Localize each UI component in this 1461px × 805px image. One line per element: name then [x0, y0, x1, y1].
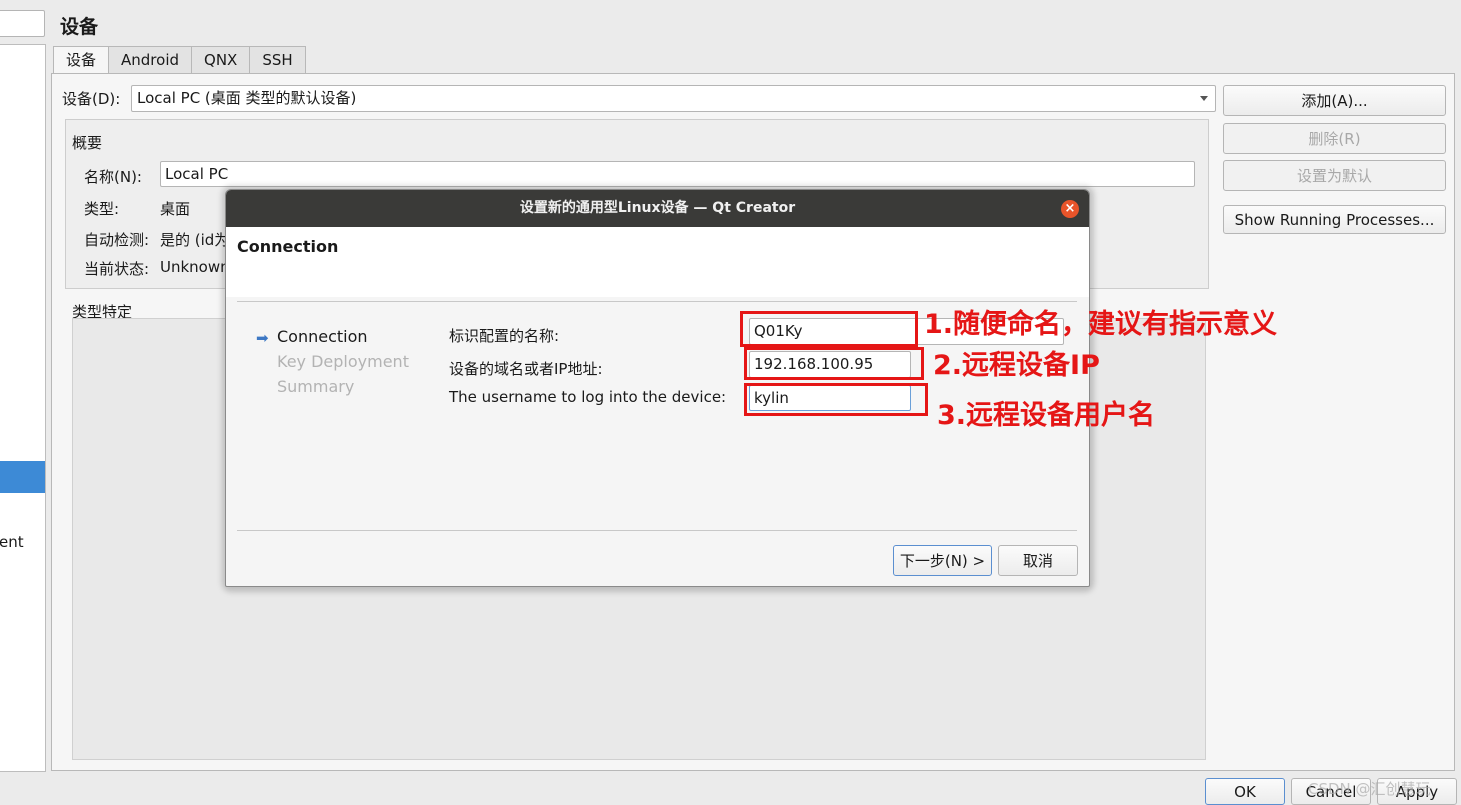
close-icon[interactable]: × — [1061, 200, 1079, 218]
username-label: The username to log into the device: — [449, 388, 727, 406]
category-list[interactable]: ent — [0, 44, 46, 772]
device-select-value: Local PC (桌面 类型的默认设备) — [137, 89, 357, 107]
watermark: CSDN @汇创慧玩 — [1308, 780, 1431, 798]
filter-input[interactable] — [0, 10, 45, 37]
right-arrow-icon: ➡ — [256, 329, 269, 347]
tab-ssh[interactable]: SSH — [249, 46, 306, 74]
annotation-text-3: 3.远程设备用户名 — [937, 400, 1156, 431]
set-default-button[interactable]: 设置为默认 — [1223, 160, 1446, 191]
ok-button[interactable]: OK — [1205, 778, 1285, 805]
step-key-deployment: Key Deployment — [277, 352, 409, 371]
device-select[interactable]: Local PC (桌面 类型的默认设备) — [131, 85, 1216, 112]
remove-device-button[interactable]: 删除(R) — [1223, 123, 1446, 154]
current-state-label: 当前状态: — [84, 260, 150, 278]
dialog-header: Connection — [226, 227, 1089, 297]
host-label: 设备的域名或者IP地址: — [449, 360, 603, 378]
device-name-input[interactable]: Local PC — [160, 161, 1195, 187]
config-name-label: 标识配置的名称: — [449, 327, 560, 345]
add-device-button[interactable]: 添加(A)... — [1223, 85, 1446, 116]
dialog-heading: Connection — [237, 237, 339, 256]
tab-bar: 设备 Android QNX SSH — [53, 46, 306, 75]
tab-devices[interactable]: 设备 — [53, 46, 110, 75]
device-type-value: 桌面 — [160, 200, 191, 218]
step-connection: Connection — [277, 327, 368, 346]
annotation-text-2: 2.远程设备IP — [933, 350, 1100, 381]
dialog-title: 设置新的通用型Linux设备 — Qt Creator — [519, 200, 796, 216]
dialog-titlebar[interactable]: 设置新的通用型Linux设备 — Qt Creator × — [226, 190, 1089, 227]
tab-android[interactable]: Android — [108, 46, 193, 74]
new-device-wizard-dialog: 设置新的通用型Linux设备 — Qt Creator × Connection… — [225, 189, 1090, 587]
summary-group-title: 概要 — [72, 134, 103, 152]
next-button[interactable]: 下一步(N) > — [893, 545, 992, 576]
autodetect-label: 自动检测: — [84, 231, 150, 249]
page-title: 设备 — [60, 16, 99, 38]
autodetect-value: 是的 (id为 — [160, 231, 230, 249]
annotation-box-1 — [740, 311, 918, 347]
step-summary: Summary — [277, 377, 355, 396]
category-list-selected-item[interactable] — [0, 461, 45, 493]
current-state-value: Unknown — [160, 258, 230, 276]
annotation-box-3 — [744, 383, 928, 416]
device-name-label: 名称(N): — [84, 168, 142, 186]
annotation-box-2 — [744, 347, 924, 380]
show-running-processes-button[interactable]: Show Running Processes... — [1223, 205, 1446, 234]
tab-qnx[interactable]: QNX — [191, 46, 251, 74]
cancel-button[interactable]: 取消 — [998, 545, 1078, 576]
footer-divider — [237, 530, 1077, 531]
annotation-text-1: 1.随便命名，建议有指示意义 — [924, 309, 1278, 340]
device-type-label: 类型: — [84, 200, 120, 218]
device-label: 设备(D): — [62, 90, 121, 108]
category-list-item-partial[interactable]: ent — [0, 533, 24, 551]
chevron-down-icon — [1200, 96, 1208, 101]
